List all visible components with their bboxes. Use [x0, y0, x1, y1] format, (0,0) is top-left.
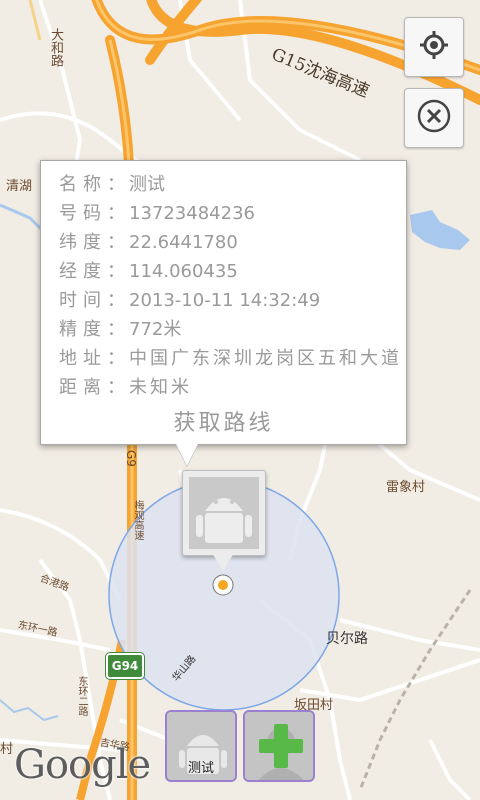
contact-thumbnail-label: 测试 — [187, 761, 214, 776]
popup-label: 号码 — [59, 203, 107, 224]
location-info-popup: 名称： 测试 号码： 13723484236 纬度： 22.6441780 经度： 11… — [40, 160, 407, 445]
android-avatar-icon — [189, 477, 259, 549]
google-logo: Google — [14, 742, 151, 788]
popup-value: 2013-10-11 14:32:49 — [129, 290, 321, 311]
my-location-button[interactable] — [404, 17, 464, 77]
popup-value: 未知米 — [129, 377, 192, 398]
contact-map-marker[interactable] — [182, 470, 266, 556]
popup-row-accuracy: 精度： 772米 — [59, 317, 181, 343]
popup-label: 地址 — [59, 348, 107, 369]
popup-row-time: 时间： 2013-10-11 14:32:49 — [59, 288, 320, 314]
map-label-meiguan: 梅观高速 — [132, 500, 143, 540]
popup-value: 测试 — [129, 174, 165, 195]
popup-label: 纬度 — [59, 232, 107, 253]
popup-label: 精度 — [59, 319, 107, 340]
marker-pointer — [212, 553, 234, 571]
map-label-beier: 贝尔路 — [326, 631, 368, 647]
contact-thumbnail[interactable]: 测试 — [165, 710, 237, 782]
map-label-leixiang: 雷象村 — [386, 480, 426, 495]
map-label-cun: 村 — [0, 742, 14, 757]
popup-separator: ： — [107, 174, 125, 195]
popup-value: 13723484236 — [129, 203, 255, 224]
map-label-g9: G9 — [124, 450, 138, 467]
popup-row-latitude: 纬度： 22.6441780 — [59, 230, 238, 256]
popup-row-phone: 号码： 13723484236 — [59, 201, 255, 227]
add-contact-plus-icon — [245, 712, 313, 780]
popup-separator: ： — [107, 203, 125, 224]
get-route-button[interactable]: 获取路线 — [41, 405, 406, 437]
popup-label: 经度 — [59, 261, 107, 282]
popup-pointer — [176, 444, 198, 466]
popup-separator: ： — [107, 319, 125, 340]
close-map-button[interactable] — [404, 88, 464, 148]
popup-row-longitude: 经度： 114.060435 — [59, 259, 238, 285]
popup-row-distance: 距离： 未知米 — [59, 375, 192, 401]
popup-value: 中国广东深圳龙岗区五和大道 — [129, 348, 402, 369]
map-label-dahe-road: 大和路 — [48, 28, 63, 67]
popup-value: 772米 — [129, 319, 182, 340]
popup-separator: ： — [107, 290, 125, 311]
popup-value: 22.6441780 — [129, 232, 238, 253]
map-label-qinghu: 清湖 — [6, 179, 33, 194]
close-circle-icon — [417, 99, 451, 137]
highway-shield-g94: G94 — [106, 653, 144, 679]
popup-row-name: 名称： 测试 — [59, 172, 165, 198]
popup-label: 名称 — [59, 174, 107, 195]
crosshair-target-icon — [419, 30, 449, 64]
popup-separator: ： — [107, 261, 125, 282]
popup-row-address: 地址： 中国广东深圳龙岗区五和大道 — [59, 346, 402, 372]
popup-separator: ： — [107, 232, 125, 253]
popup-separator: ： — [107, 348, 125, 369]
popup-label: 时间 — [59, 290, 107, 311]
popup-label: 距离 — [59, 377, 107, 398]
popup-value: 114.060435 — [129, 261, 238, 282]
map-label-dongjing2: 东环二路 — [76, 676, 87, 716]
add-contact-button[interactable] — [243, 710, 315, 782]
popup-separator: ： — [107, 377, 125, 398]
